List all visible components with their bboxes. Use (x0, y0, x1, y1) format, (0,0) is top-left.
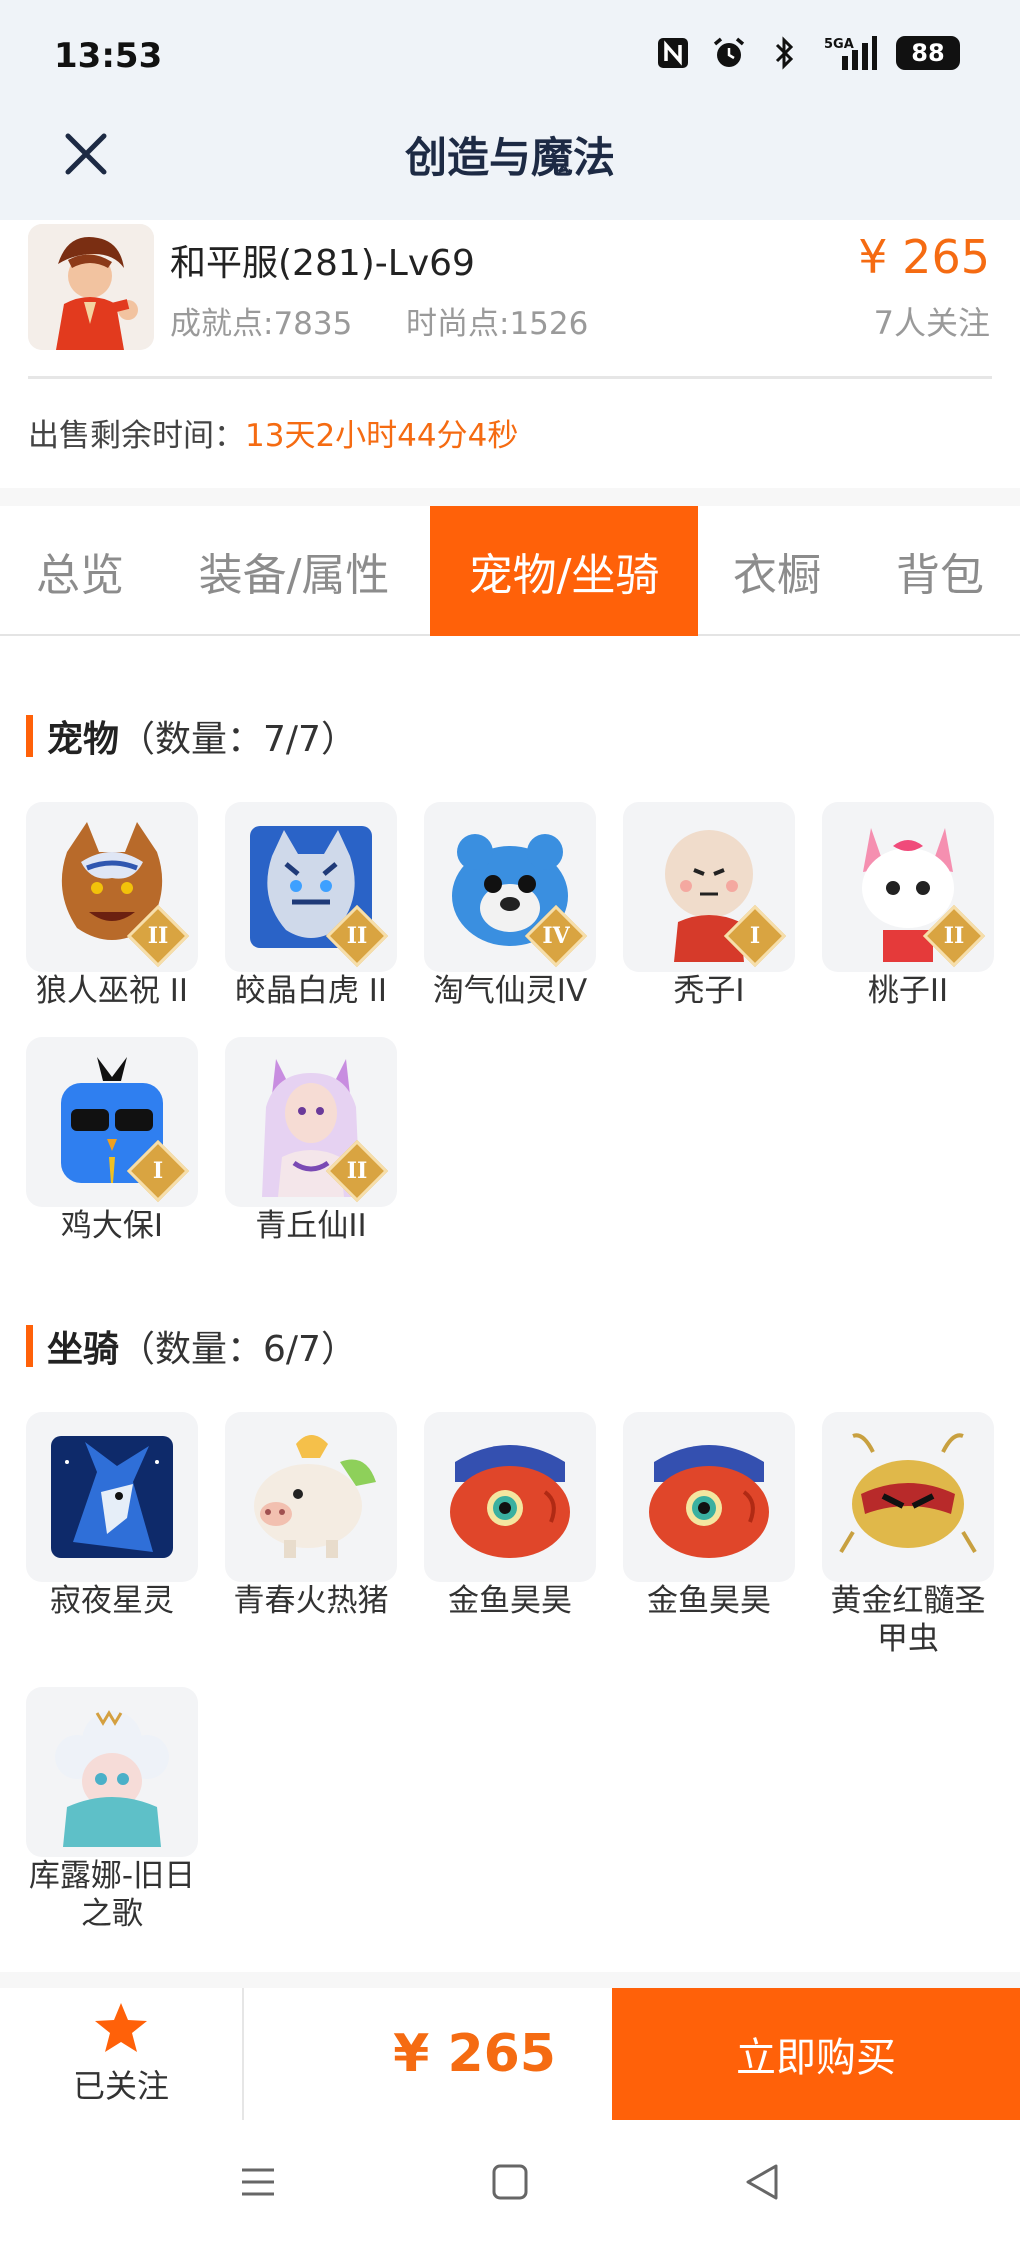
pet-baldy-image: I (623, 802, 795, 972)
pet-item[interactable]: II 狼人巫祝 II (26, 802, 198, 1010)
mount-name: 金鱼昊昊 (647, 1583, 771, 1619)
star-icon (95, 2003, 147, 2052)
mount-night-spirit-image (26, 1412, 198, 1582)
header-area: 13:53 5GA 88 创造与魔法 (0, 0, 1020, 220)
nfc-icon (654, 34, 692, 72)
status-bar: 13:53 5GA 88 (0, 0, 1020, 110)
pets-title: 宠物 (47, 719, 120, 760)
status-icons: 5GA 88 (654, 34, 960, 72)
section-marker (26, 715, 33, 757)
pet-name: 秃子I (673, 973, 745, 1009)
pet-werewolf-image: II (26, 802, 198, 972)
pet-peach-image: II (822, 802, 994, 972)
tab-equipment[interactable]: 装备/属性 (176, 506, 412, 636)
pet-name: 狼人巫祝 II (35, 973, 189, 1009)
mount-goldfish-image (424, 1412, 596, 1582)
pet-chicken-image: I (26, 1037, 198, 1207)
pet-name: 桃子II (867, 973, 949, 1009)
follow-button[interactable]: 已关注 (0, 1988, 244, 2120)
mount-name: 寂夜星灵 (50, 1583, 174, 1619)
remaining-time-value: 13天2小时44分4秒 (245, 418, 519, 454)
alarm-icon (710, 34, 748, 72)
pet-qingqiu-image: II (225, 1037, 397, 1207)
bottom-action-bar: 已关注 ¥ 265 立即购买 (0, 1988, 1020, 2120)
mount-pig-image (225, 1412, 397, 1582)
tab-backpack[interactable]: 背包 (870, 506, 1010, 636)
back-icon (746, 2164, 778, 2200)
mount-kuluna-image (26, 1687, 198, 1857)
mount-item[interactable]: 寂夜星灵 (26, 1412, 198, 1620)
buy-now-button[interactable]: 立即购买 (612, 1988, 1020, 2120)
avatar (28, 224, 154, 350)
fashion-points: 时尚点:1526 (406, 306, 589, 342)
pets-section-header: 宠物 （数量：7/7） (26, 710, 357, 762)
mount-name: 青春火热猪 (233, 1583, 389, 1619)
achievement-points: 成就点:7835 (170, 306, 353, 342)
section-gap (0, 1972, 1020, 1988)
menu-icon (242, 2168, 274, 2196)
pet-name: 淘气仙灵IV (432, 973, 588, 1009)
mount-name: 黄金红髓圣甲虫 (830, 1583, 986, 1657)
followers-count: 7人关注 (873, 304, 990, 342)
mount-item[interactable]: 黄金红髓圣甲虫 (822, 1412, 994, 1658)
section-marker (26, 1325, 33, 1367)
pet-white-tiger-image: II (225, 802, 397, 972)
mounts-section-header: 坐骑 （数量：6/7） (26, 1320, 357, 1372)
tab-bar: 总览 装备/属性 宠物/坐骑 衣橱 背包 (0, 506, 1020, 636)
signal-icon: 5GA (822, 34, 878, 72)
home-icon (492, 2164, 528, 2200)
remaining-time-label: 出售剩余时间： (28, 418, 245, 454)
tab-pets-mounts[interactable]: 宠物/坐骑 (430, 506, 698, 636)
back-button[interactable] (736, 2156, 788, 2208)
pet-item[interactable]: II 桃子II (822, 802, 994, 1010)
pet-name: 青丘仙II (255, 1208, 367, 1244)
tab-wardrobe[interactable]: 衣橱 (712, 506, 842, 636)
pet-name: 鸡大保I (60, 1208, 164, 1244)
mounts-title: 坐骑 (47, 1329, 120, 1370)
svg-text:5GA: 5GA (824, 37, 854, 52)
home-button[interactable] (484, 2156, 536, 2208)
pet-fairy-image: IV (424, 802, 596, 972)
mounts-count: （数量：6/7） (119, 1329, 357, 1370)
pet-item[interactable]: IV 淘气仙灵IV (424, 802, 596, 1010)
listing-price: ¥ 265 (858, 230, 990, 284)
pets-count: （数量：7/7） (119, 719, 357, 760)
system-nav-bar (0, 2120, 1020, 2244)
divider (28, 376, 992, 379)
status-time: 13:53 (54, 36, 163, 76)
account-card: 和平服(281)-Lv69 成就点:7835 时尚点:1526 ¥ 265 7人… (0, 220, 1020, 488)
nav-bar: 创造与魔法 (0, 110, 1020, 220)
pet-item[interactable]: I 秃子I (623, 802, 795, 1010)
pet-name: 皎晶白虎 II (234, 973, 388, 1009)
mount-item[interactable]: 金鱼昊昊 (424, 1412, 596, 1620)
mount-item[interactable]: 金鱼昊昊 (623, 1412, 795, 1620)
mount-item[interactable]: 青春火热猪 (225, 1412, 397, 1620)
role-name: 和平服(281)-Lv69 (170, 243, 475, 284)
remaining-time: 出售剩余时间：13天2小时44分4秒 (28, 410, 518, 455)
bottom-price: ¥ 265 (393, 2024, 556, 2084)
pet-item[interactable]: I 鸡大保I (26, 1037, 198, 1245)
section-gap (0, 488, 1020, 506)
mount-name: 金鱼昊昊 (448, 1583, 572, 1619)
bluetooth-icon (766, 34, 804, 72)
follow-label: 已关注 (72, 2067, 169, 2105)
mount-scarab-image (822, 1412, 994, 1582)
mount-goldfish-image (623, 1412, 795, 1582)
page-title: 创造与魔法 (404, 133, 615, 182)
mount-name: 库露娜-旧日之歌 (28, 1858, 196, 1932)
mount-item[interactable]: 库露娜-旧日之歌 (26, 1687, 198, 1933)
battery-indicator: 88 (896, 36, 960, 70)
tab-overview[interactable]: 总览 (0, 506, 160, 636)
menu-button[interactable] (232, 2156, 284, 2208)
pet-item[interactable]: II 青丘仙II (225, 1037, 397, 1245)
pet-item[interactable]: II 皎晶白虎 II (225, 802, 397, 1010)
